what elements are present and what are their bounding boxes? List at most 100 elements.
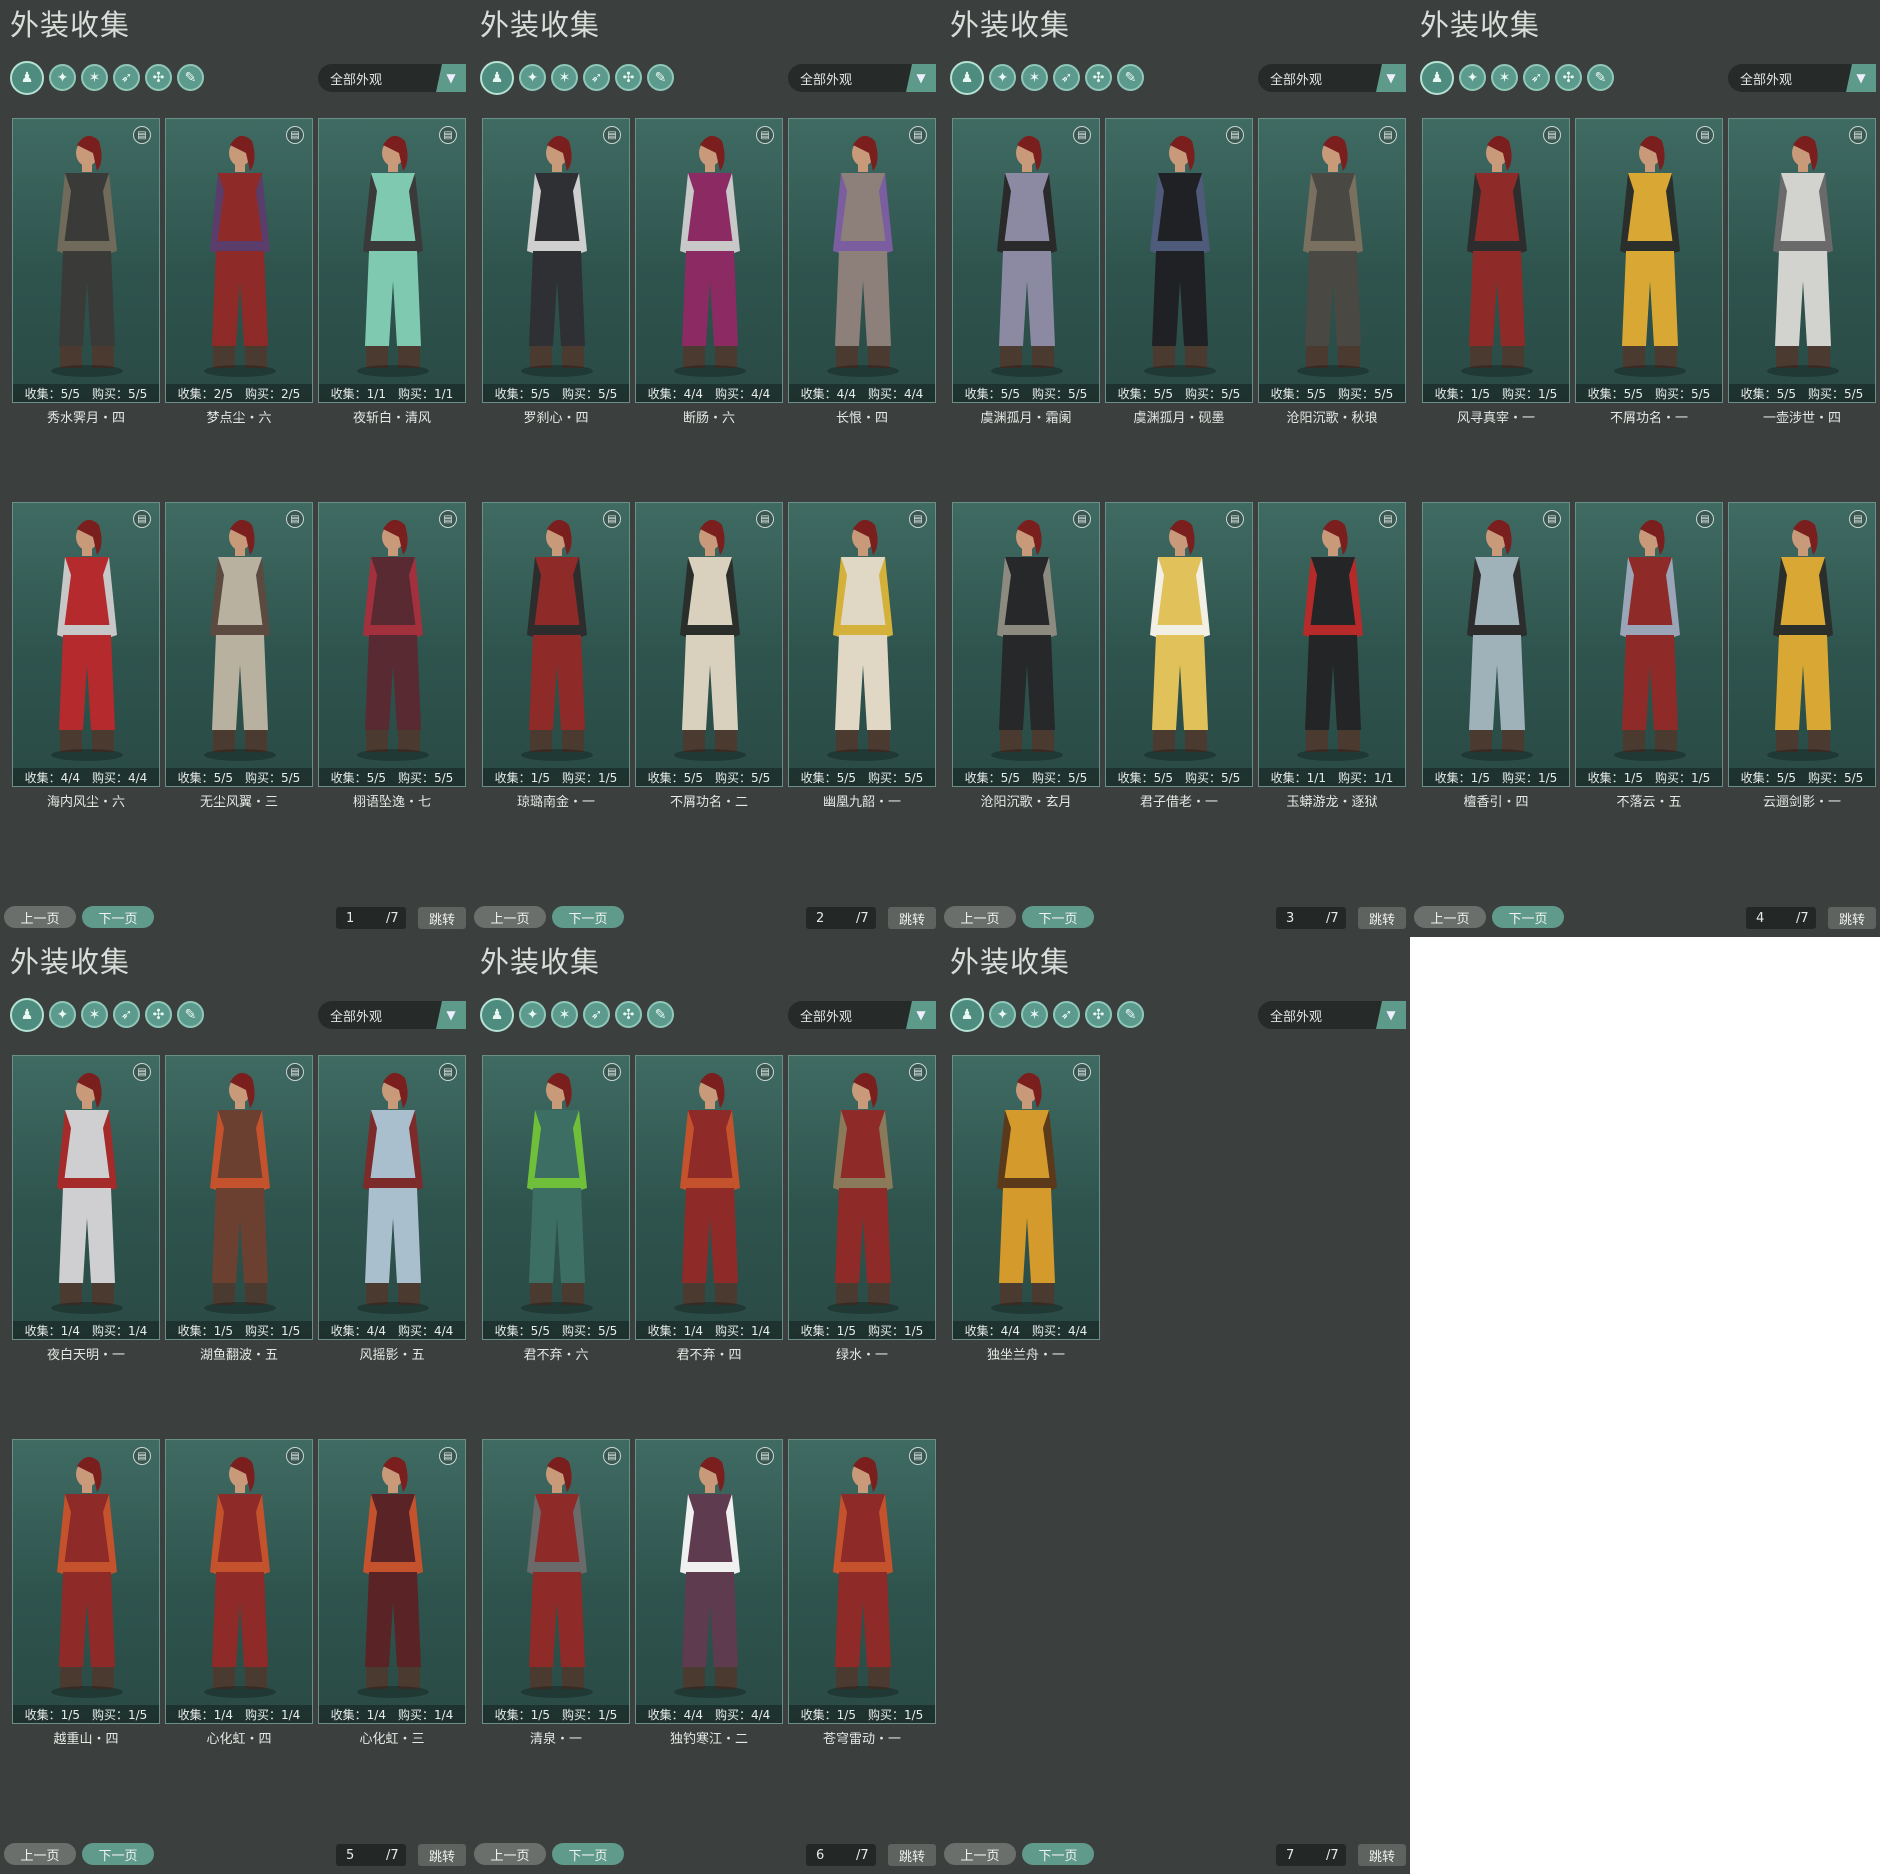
trash-icon[interactable]: ▤ bbox=[133, 1447, 151, 1465]
boots-icon[interactable]: ➶ bbox=[583, 1001, 610, 1028]
top-icon[interactable]: ✦ bbox=[49, 1001, 76, 1028]
outfit-card[interactable]: ▤ 收集：5/5 购买：5/5 秀水霁月・四 bbox=[12, 118, 160, 426]
trash-icon[interactable]: ▤ bbox=[286, 510, 304, 528]
boots-icon[interactable]: ➶ bbox=[1523, 64, 1550, 91]
trash-icon[interactable]: ▤ bbox=[1073, 510, 1091, 528]
trash-icon[interactable]: ▤ bbox=[1696, 126, 1714, 144]
trash-icon[interactable]: ▤ bbox=[1379, 126, 1397, 144]
prev-page-button[interactable]: 上一页 bbox=[944, 1843, 1016, 1865]
outfit-card[interactable]: ▤ 收集：1/5 购买：1/5 苍穹雷动・一 bbox=[788, 1439, 936, 1747]
outfit-card[interactable]: ▤ 收集：1/5 购买：1/5 风寻真宰・一 bbox=[1422, 118, 1570, 426]
outfit-all-icon[interactable]: ♟ bbox=[10, 998, 44, 1032]
prev-page-button[interactable]: 上一页 bbox=[474, 1843, 546, 1865]
outfit-all-icon[interactable]: ♟ bbox=[10, 61, 44, 95]
outfit-card[interactable]: ▤ 收集：5/5 购买：5/5 罗刹心・四 bbox=[482, 118, 630, 426]
top-icon[interactable]: ✦ bbox=[519, 64, 546, 91]
next-page-button[interactable]: 下一页 bbox=[552, 1843, 624, 1865]
trash-icon[interactable]: ▤ bbox=[1543, 126, 1561, 144]
trash-icon[interactable]: ▤ bbox=[133, 510, 151, 528]
trash-icon[interactable]: ▤ bbox=[1379, 510, 1397, 528]
outfit-card[interactable]: ▤ 收集：1/4 购买：1/4 夜白天明・一 bbox=[12, 1055, 160, 1363]
jump-button[interactable]: 跳转 bbox=[418, 907, 466, 929]
chevron-down-icon[interactable]: ▼ bbox=[906, 64, 936, 92]
trash-icon[interactable]: ▤ bbox=[756, 510, 774, 528]
outfit-card[interactable]: ▤ 收集：1/5 购买：1/5 琼璐南金・一 bbox=[482, 502, 630, 810]
trash-icon[interactable]: ▤ bbox=[439, 1447, 457, 1465]
outfit-card[interactable]: ▤ 收集：5/5 购买：5/5 不屑功名・二 bbox=[635, 502, 783, 810]
trash-icon[interactable]: ▤ bbox=[756, 126, 774, 144]
filter-dropdown[interactable]: 全部外观 ▼ bbox=[318, 1001, 466, 1029]
next-page-button[interactable]: 下一页 bbox=[552, 906, 624, 928]
page-number-input[interactable]: 6/7 bbox=[806, 1844, 876, 1866]
chevron-down-icon[interactable]: ▼ bbox=[1376, 64, 1406, 92]
next-page-button[interactable]: 下一页 bbox=[1022, 1843, 1094, 1865]
boots-icon[interactable]: ➶ bbox=[113, 64, 140, 91]
next-page-button[interactable]: 下一页 bbox=[82, 906, 154, 928]
trash-icon[interactable]: ▤ bbox=[909, 1447, 927, 1465]
trash-icon[interactable]: ▤ bbox=[439, 1063, 457, 1081]
filter-dropdown[interactable]: 全部外观 ▼ bbox=[788, 64, 936, 92]
page-number-input[interactable]: 7/7 bbox=[1276, 1844, 1346, 1866]
cape-icon[interactable]: ✎ bbox=[1117, 1001, 1144, 1028]
trash-icon[interactable]: ▤ bbox=[756, 1063, 774, 1081]
cape-icon[interactable]: ✎ bbox=[647, 64, 674, 91]
trash-icon[interactable]: ▤ bbox=[1849, 126, 1867, 144]
top-icon[interactable]: ✦ bbox=[989, 1001, 1016, 1028]
outfit-card[interactable]: ▤ 收集：5/5 购买：5/5 君不弃・六 bbox=[482, 1055, 630, 1363]
trash-icon[interactable]: ▤ bbox=[1073, 1063, 1091, 1081]
mask-icon[interactable]: ✣ bbox=[145, 64, 172, 91]
trash-icon[interactable]: ▤ bbox=[603, 1447, 621, 1465]
outfit-card[interactable]: ▤ 收集：4/4 购买：4/4 海内风尘・六 bbox=[12, 502, 160, 810]
trash-icon[interactable]: ▤ bbox=[1543, 510, 1561, 528]
armor-icon[interactable]: ✶ bbox=[81, 1001, 108, 1028]
chevron-down-icon[interactable]: ▼ bbox=[436, 64, 466, 92]
trash-icon[interactable]: ▤ bbox=[909, 126, 927, 144]
chevron-down-icon[interactable]: ▼ bbox=[906, 1001, 936, 1029]
page-number-input[interactable]: 2/7 bbox=[806, 907, 876, 929]
chevron-down-icon[interactable]: ▼ bbox=[1846, 64, 1876, 92]
trash-icon[interactable]: ▤ bbox=[286, 1447, 304, 1465]
mask-icon[interactable]: ✣ bbox=[615, 1001, 642, 1028]
mask-icon[interactable]: ✣ bbox=[615, 64, 642, 91]
jump-button[interactable]: 跳转 bbox=[418, 1844, 466, 1866]
jump-button[interactable]: 跳转 bbox=[1358, 907, 1406, 929]
trash-icon[interactable]: ▤ bbox=[1849, 510, 1867, 528]
outfit-card[interactable]: ▤ 收集：1/5 购买：1/5 檀香引・四 bbox=[1422, 502, 1570, 810]
outfit-card[interactable]: ▤ 收集：1/1 购买：1/1 夜斩白・清风 bbox=[318, 118, 466, 426]
trash-icon[interactable]: ▤ bbox=[909, 510, 927, 528]
cape-icon[interactable]: ✎ bbox=[177, 64, 204, 91]
outfit-card[interactable]: ▤ 收集：1/5 购买：1/5 越重山・四 bbox=[12, 1439, 160, 1747]
boots-icon[interactable]: ➶ bbox=[1053, 64, 1080, 91]
next-page-button[interactable]: 下一页 bbox=[82, 1843, 154, 1865]
filter-dropdown[interactable]: 全部外观 ▼ bbox=[318, 64, 466, 92]
mask-icon[interactable]: ✣ bbox=[145, 1001, 172, 1028]
outfit-card[interactable]: ▤ 收集：1/4 购买：1/4 君不弃・四 bbox=[635, 1055, 783, 1363]
mask-icon[interactable]: ✣ bbox=[1555, 64, 1582, 91]
trash-icon[interactable]: ▤ bbox=[603, 126, 621, 144]
trash-icon[interactable]: ▤ bbox=[439, 510, 457, 528]
filter-dropdown[interactable]: 全部外观 ▼ bbox=[1728, 64, 1876, 92]
outfit-card[interactable]: ▤ 收集：1/5 购买：1/5 不落云・五 bbox=[1575, 502, 1723, 810]
chevron-down-icon[interactable]: ▼ bbox=[1376, 1001, 1406, 1029]
outfit-card[interactable]: ▤ 收集：5/5 购买：5/5 幽凰九韶・一 bbox=[788, 502, 936, 810]
trash-icon[interactable]: ▤ bbox=[756, 1447, 774, 1465]
trash-icon[interactable]: ▤ bbox=[1226, 126, 1244, 144]
outfit-card[interactable]: ▤ 收集：5/5 购买：5/5 君子借老・一 bbox=[1105, 502, 1253, 810]
armor-icon[interactable]: ✶ bbox=[551, 1001, 578, 1028]
prev-page-button[interactable]: 上一页 bbox=[474, 906, 546, 928]
outfit-card[interactable]: ▤ 收集：5/5 购买：5/5 栩语坠逸・七 bbox=[318, 502, 466, 810]
jump-button[interactable]: 跳转 bbox=[1358, 1844, 1406, 1866]
outfit-all-icon[interactable]: ♟ bbox=[480, 998, 514, 1032]
outfit-card[interactable]: ▤ 收集：4/4 购买：4/4 独坐兰舟・一 bbox=[952, 1055, 1100, 1363]
outfit-card[interactable]: ▤ 收集：5/5 购买：5/5 不屑功名・一 bbox=[1575, 118, 1723, 426]
trash-icon[interactable]: ▤ bbox=[133, 1063, 151, 1081]
outfit-card[interactable]: ▤ 收集：5/5 购买：5/5 虞渊孤月・霜阑 bbox=[952, 118, 1100, 426]
outfit-all-icon[interactable]: ♟ bbox=[1420, 61, 1454, 95]
outfit-card[interactable]: ▤ 收集：5/5 购买：5/5 无尘风翼・三 bbox=[165, 502, 313, 810]
prev-page-button[interactable]: 上一页 bbox=[944, 906, 1016, 928]
mask-icon[interactable]: ✣ bbox=[1085, 64, 1112, 91]
outfit-all-icon[interactable]: ♟ bbox=[480, 61, 514, 95]
outfit-card[interactable]: ▤ 收集：5/5 购买：5/5 沧阳沉歌・玄月 bbox=[952, 502, 1100, 810]
jump-button[interactable]: 跳转 bbox=[1828, 907, 1876, 929]
jump-button[interactable]: 跳转 bbox=[888, 1844, 936, 1866]
